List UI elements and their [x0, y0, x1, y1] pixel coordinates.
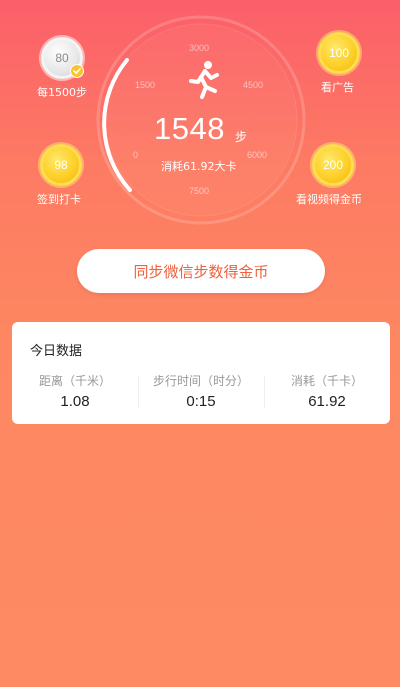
tick-label-left: 0 — [133, 150, 139, 160]
stat-value: 61.92 — [308, 393, 346, 410]
tick-label-upper-left: 1500 — [135, 80, 156, 90]
checkin-coin[interactable]: 98 — [40, 144, 82, 186]
watch-video-coin[interactable]: 200 — [312, 144, 354, 186]
stat-label: 消耗（千卡） — [290, 374, 363, 388]
calorie-stat: 消耗（千卡） 61.92 — [264, 372, 390, 410]
coin-value: 80 — [55, 51, 69, 65]
sync-wechat-steps-button[interactable]: 同步微信步数得金币 — [77, 249, 325, 293]
running-person-icon — [186, 60, 222, 100]
stat-value: 0:15 — [186, 393, 216, 410]
calorie-text: 消耗61.92大卡 — [161, 160, 237, 173]
watch-video-caption: 看视频得金币 — [296, 193, 362, 206]
distance-stat: 距离（千米） 1.08 — [12, 372, 138, 410]
stat-label: 步行时间（时分） — [152, 374, 249, 388]
watch-ad-coin[interactable]: 100 — [318, 32, 360, 74]
stat-label: 距离（千米） — [38, 374, 111, 388]
walk-time-stat: 步行时间（时分） 0:15 — [138, 372, 264, 410]
card-title: 今日数据 — [30, 344, 83, 359]
step-unit: 步 — [235, 130, 248, 144]
every-steps-caption: 每1500步 — [37, 86, 87, 99]
watch-ad-caption: 看广告 — [321, 81, 354, 94]
tick-label-upper-right: 4500 — [243, 80, 264, 90]
step-count: 1548 — [154, 111, 225, 146]
tick-label-top: 3000 — [189, 43, 210, 53]
today-data-card: 今日数据 距离（千米） 1.08 步行时间（时分） 0:15 消耗（千卡） 61… — [12, 322, 390, 424]
coin-value: 100 — [328, 46, 350, 60]
tick-label-bottom: 7500 — [189, 186, 210, 196]
checkin-caption: 签到打卡 — [37, 193, 81, 206]
checkmark-icon — [70, 64, 84, 78]
coin-value: 200 — [322, 158, 344, 172]
stat-value: 1.08 — [60, 393, 90, 410]
tick-label-right: 6000 — [247, 150, 268, 160]
coin-value: 98 — [54, 158, 68, 172]
